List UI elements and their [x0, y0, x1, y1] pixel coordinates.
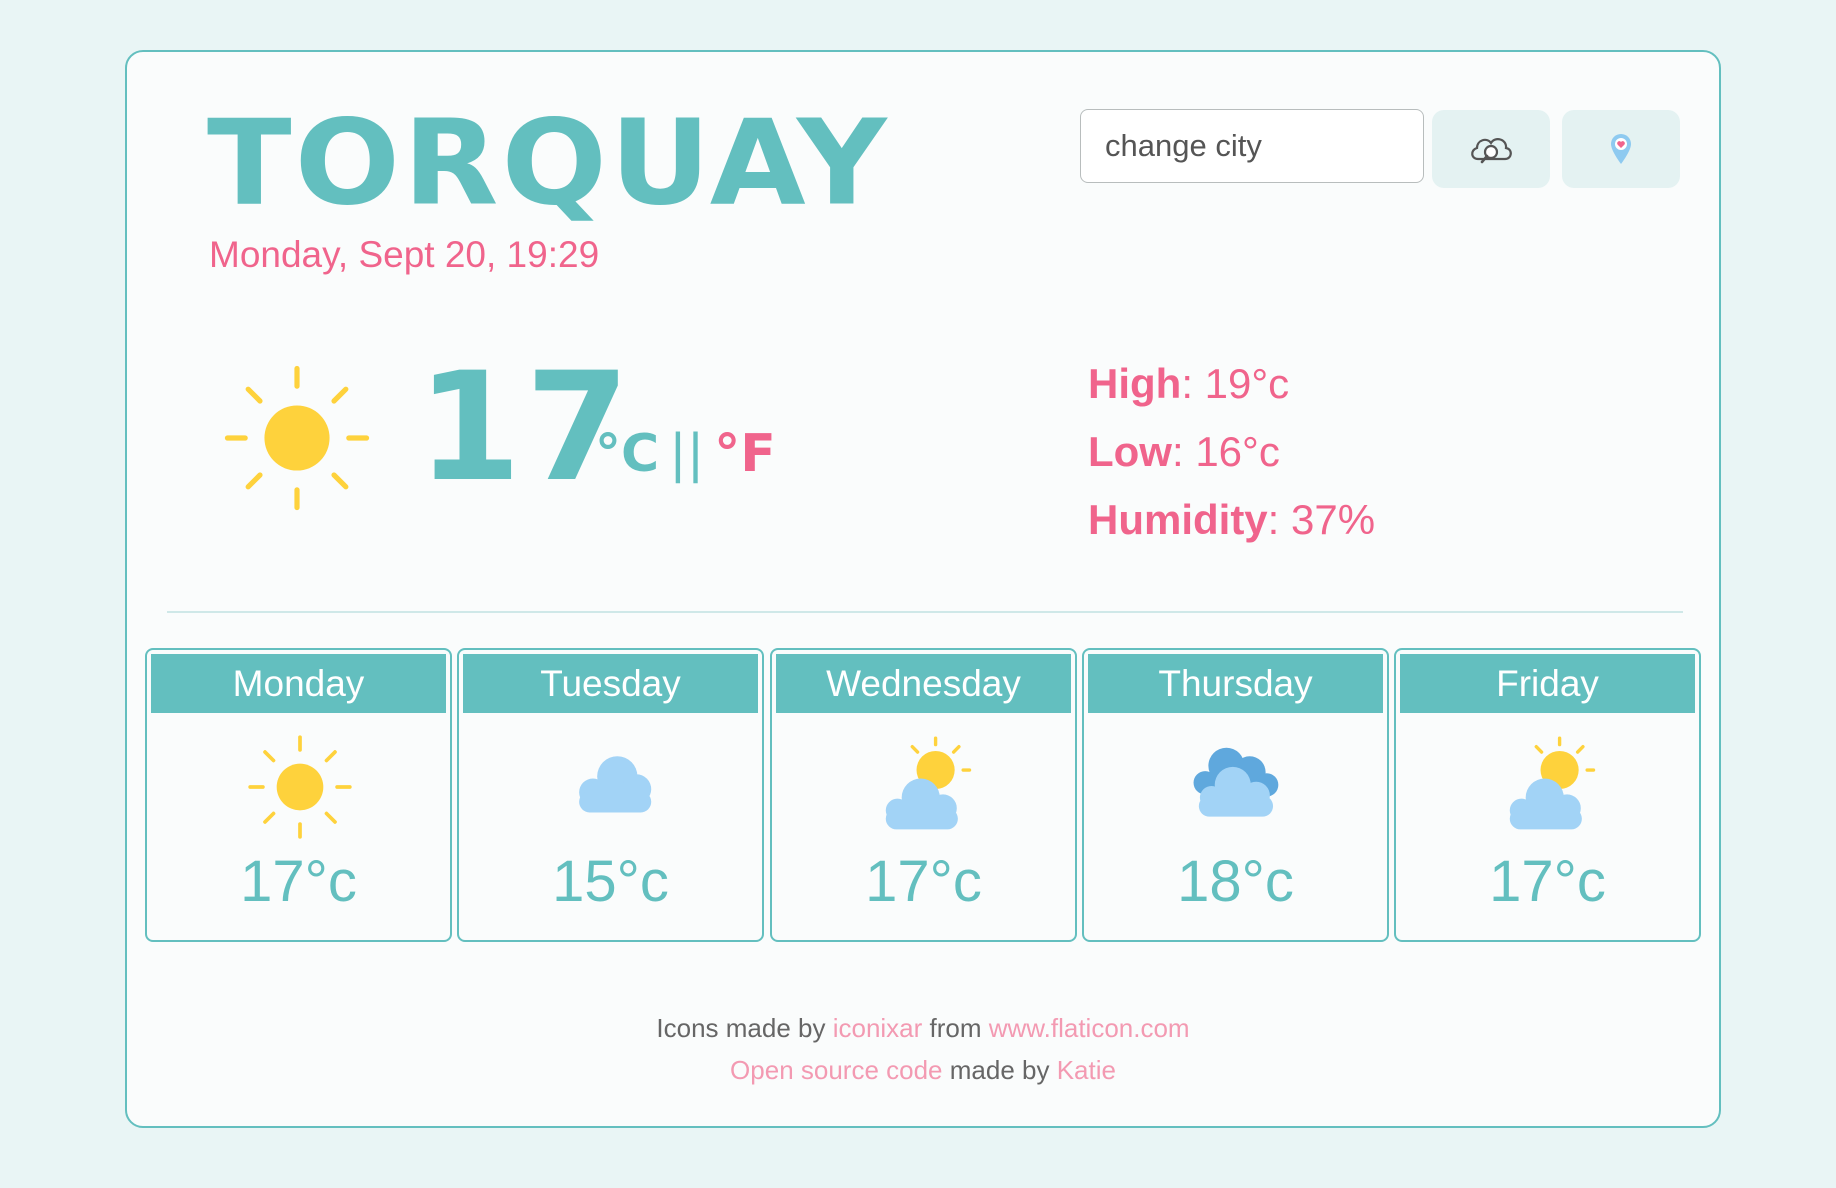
- current-datetime: Monday, Sept 20, 19:29: [209, 234, 600, 275]
- forecast-temperature: 17°c: [865, 849, 982, 914]
- partly-cloudy-icon: [885, 736, 972, 830]
- search-button[interactable]: [1432, 110, 1550, 188]
- forecast-day-monday: Monday 17°c: [145, 648, 452, 942]
- flaticon-link[interactable]: www.flaticon.com: [989, 1013, 1190, 1043]
- source-code-link[interactable]: Open source code: [730, 1055, 942, 1085]
- forecast-day-tuesday: Tuesday 15°c: [457, 648, 764, 942]
- footer-text: from: [922, 1013, 989, 1043]
- sun-icon: [224, 365, 370, 511]
- forecast-temperature: 17°c: [240, 849, 357, 914]
- high-label: High: [1088, 360, 1182, 407]
- forecast-row: Monday 17°c Tuesday 15°c Wednesday 17°c …: [145, 648, 1701, 942]
- forecast-day-thursday: Thursday 18°c: [1082, 648, 1389, 942]
- cloud-search-icon: [1471, 138, 1512, 164]
- low-value: : 16°c: [1171, 428, 1280, 475]
- weather-stats: High: 19°c Low: 16°c Humidity: 37%: [1088, 350, 1375, 554]
- cloudy-icon: [1193, 747, 1279, 817]
- humidity-label: Humidity: [1088, 496, 1268, 543]
- cloud-icon: [579, 756, 652, 813]
- forecast-temperature: 18°c: [1177, 849, 1294, 914]
- forecast-temperature: 17°c: [1489, 849, 1606, 914]
- forecast-day-friday: Friday 17°c: [1394, 648, 1701, 942]
- footer-credits-line: Icons made by iconixar from www.flaticon…: [127, 1007, 1719, 1049]
- forecast-day-wednesday: Wednesday 17°c: [770, 648, 1077, 942]
- forecast-temperature: 15°c: [552, 849, 669, 914]
- footer-text: Icons made by: [656, 1013, 833, 1043]
- city-title: TORQUAY: [207, 95, 890, 233]
- unit-separator: ||: [669, 424, 705, 484]
- weather-card: TORQUAY Monday, Sept 20, 19:29 17: [125, 50, 1721, 1128]
- high-value: : 19°c: [1181, 360, 1290, 407]
- partly-cloudy-icon: [1509, 736, 1596, 830]
- forecast-day-name: Tuesday: [463, 654, 758, 713]
- location-pin-icon: [1611, 134, 1631, 164]
- high-stat: High: 19°c: [1088, 350, 1375, 418]
- footer-source-line: Open source code made by Katie: [127, 1049, 1719, 1091]
- celsius-toggle[interactable]: °C: [595, 424, 659, 484]
- humidity-value: : 37%: [1267, 496, 1376, 543]
- forecast-day-name: Monday: [151, 654, 446, 713]
- humidity-stat: Humidity: 37%: [1088, 486, 1375, 554]
- forecast-day-name: Wednesday: [776, 654, 1071, 713]
- low-stat: Low: 16°c: [1088, 418, 1375, 486]
- city-search-input[interactable]: [1080, 109, 1424, 183]
- fahrenheit-toggle[interactable]: °F: [714, 424, 776, 484]
- sun-icon: [248, 735, 352, 839]
- author-link[interactable]: Katie: [1057, 1055, 1116, 1085]
- forecast-day-name: Friday: [1400, 654, 1695, 713]
- unit-toggle: °C || °F: [595, 424, 776, 484]
- footer: Icons made by iconixar from www.flaticon…: [127, 1007, 1719, 1091]
- icon-author-link[interactable]: iconixar: [833, 1013, 923, 1043]
- forecast-day-name: Thursday: [1088, 654, 1383, 713]
- divider: [167, 611, 1683, 613]
- location-button[interactable]: [1562, 110, 1680, 188]
- low-label: Low: [1088, 428, 1172, 475]
- footer-text: made by: [942, 1055, 1057, 1085]
